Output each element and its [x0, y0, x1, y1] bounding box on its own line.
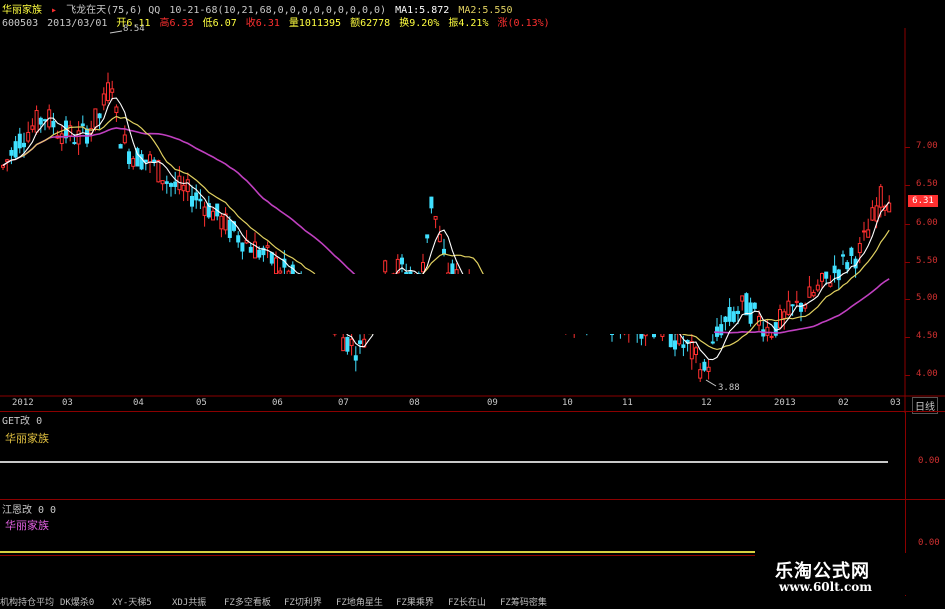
panel3-label: 华丽家族	[5, 519, 49, 532]
formula-tab[interactable]: FZ切利界	[284, 595, 322, 608]
price-tick-mark	[905, 147, 910, 148]
panel2-title[interactable]: GET改 0	[2, 412, 42, 427]
date-tick-label: 07	[338, 398, 349, 408]
price-tick-label: 6.50	[916, 179, 938, 189]
low-marker-label: 3.88	[718, 383, 740, 393]
high-marker-line	[109, 30, 123, 34]
chart-header-line2: 600503 2013/03/01 开6.11 高6.33 低6.07 收6.3…	[2, 14, 553, 29]
price-tick-mark	[905, 185, 910, 186]
date-tick-label: 04	[133, 398, 144, 408]
date-tick-label: 2013	[774, 398, 796, 408]
price-tick-mark	[905, 375, 910, 376]
date-tick-label: 02	[838, 398, 849, 408]
candlestick-series	[1, 72, 892, 382]
price-tick-label: 4.50	[916, 331, 938, 341]
watermark-url: www.60lt.com	[779, 580, 872, 594]
formula-tab[interactable]: FZ果乘界	[396, 595, 434, 608]
panel-divider-1	[0, 411, 945, 412]
formula-tab[interactable]: FZ地角星生	[336, 595, 383, 608]
price-tick-label: 6.00	[916, 218, 938, 228]
panel-divider-2	[0, 499, 945, 500]
date-tick-label: 12	[701, 398, 712, 408]
date-tick-label: 09	[487, 398, 498, 408]
formula-tab[interactable]: 机构持仓平均	[0, 595, 54, 608]
price-tick-label: 5.50	[916, 256, 938, 266]
price-chart[interactable]	[0, 28, 945, 413]
watermark: 乐淘公式网 www.60lt.com	[755, 553, 945, 595]
price-tick-label: 7.00	[916, 141, 938, 151]
panel2-y-tick: 0.00	[918, 456, 940, 466]
price-tick-label: 4.00	[916, 369, 938, 379]
panel2-zero-line	[0, 461, 888, 463]
date-tick-label: 05	[196, 398, 207, 408]
panel2-label: 华丽家族	[5, 432, 49, 445]
price-tick-label: 5.00	[916, 293, 938, 303]
panel3-title[interactable]: 江恩改 0 0	[2, 501, 56, 516]
date-tick-label: 03	[62, 398, 73, 408]
formula-tab[interactable]: FZ长在山	[448, 595, 486, 608]
price-tick-mark	[905, 337, 910, 338]
high-marker-label: 8.54	[123, 24, 145, 34]
price-tick-mark	[905, 299, 910, 300]
current-price-tag: 6.31	[908, 195, 938, 207]
date-tick-label: 03	[890, 398, 901, 408]
panel3-signal-line	[0, 551, 755, 553]
date-tick-label: 06	[272, 398, 283, 408]
formula-tab[interactable]: DK爆杀0	[60, 595, 94, 608]
formula-tab[interactable]: XDJ共振	[172, 595, 206, 608]
formula-tab[interactable]: FZ多空看板	[224, 595, 271, 608]
obscured-region	[228, 274, 714, 334]
price-tick-mark	[905, 224, 910, 225]
low-marker-line	[705, 379, 717, 387]
price-tick-mark	[905, 262, 910, 263]
date-tick-label: 08	[409, 398, 420, 408]
date-tick-label: 11	[622, 398, 633, 408]
formula-tab[interactable]: XY-天梯5	[112, 595, 152, 608]
formula-tab[interactable]: FZ筹码密集	[500, 595, 547, 608]
panel3-y-tick: 0.00	[918, 538, 940, 548]
date-tick-label: 10	[562, 398, 573, 408]
date-tick-label: 2012	[12, 398, 34, 408]
